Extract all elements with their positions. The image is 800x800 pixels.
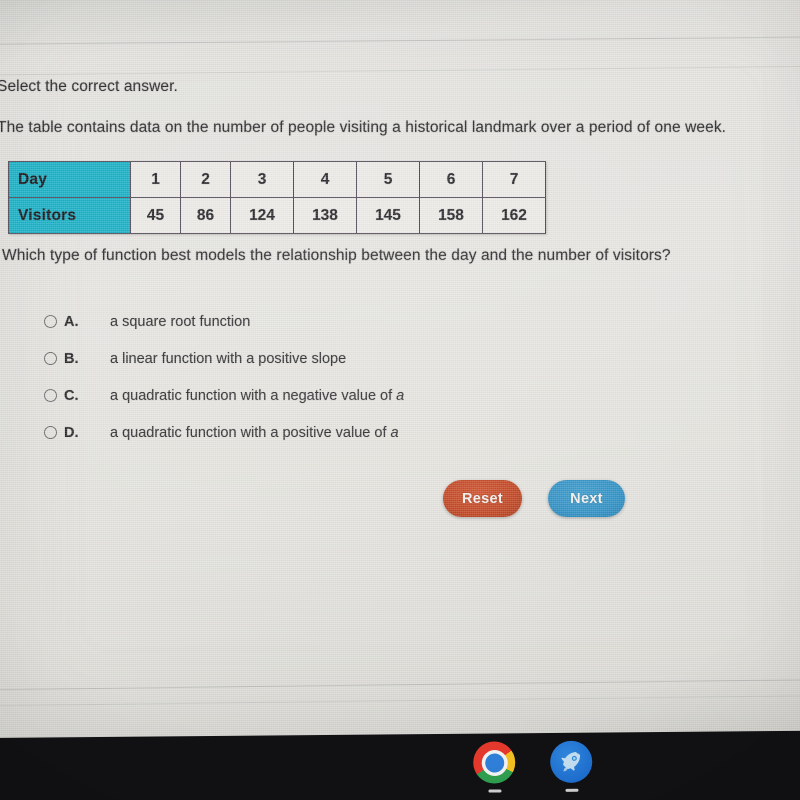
cell-visitors-3: 124 [230,197,294,234]
option-letter-a: A. [64,313,79,330]
cell-visitors-2: 86 [180,197,231,234]
cell-day-1: 1 [130,161,181,198]
option-label-c-main: a quadratic function with a negative val… [110,387,397,404]
option-label-a: a square root function [110,313,251,330]
answer-options: A. a square root function B. a linear fu… [44,303,564,451]
cell-day-3: 3 [230,161,294,198]
taskbar-shelf [0,730,800,800]
row-header-day: Day [8,161,131,198]
option-variable-c: a [396,387,405,404]
reset-button[interactable]: Reset [443,480,522,517]
rocket-icon[interactable] [550,740,593,784]
option-c[interactable]: C. a quadratic function with a negative … [44,377,564,414]
shelf-app-launcher[interactable] [549,740,593,792]
cell-day-4: 4 [293,161,357,198]
option-label-b: a linear function with a positive slope [110,350,347,367]
option-label-d-main: a quadratic function with a positive val… [110,424,391,441]
table-row-visitors: Visitors 45 86 124 138 145 158 162 [8,197,546,234]
shelf-app-chrome[interactable] [472,741,516,793]
option-letter-b: B. [64,350,79,367]
quiz-content: Select the correct answer. The table con… [0,0,800,750]
row-header-visitors: Visitors [8,197,131,234]
next-button[interactable]: Next [548,480,625,517]
taskbar-inner [0,731,800,800]
app-running-indicator [564,788,578,792]
cell-visitors-7: 162 [482,197,546,234]
table-row-day: Day 1 2 3 4 5 6 7 [8,161,546,198]
option-letter-c: C. [64,387,79,404]
option-label-d: a quadratic function with a positive val… [110,425,399,441]
cell-day-5: 5 [356,161,420,198]
option-label-c: a quadratic function with a negative val… [110,388,404,404]
app-running-indicator [487,789,501,793]
radio-button-a[interactable] [44,315,57,328]
option-variable-d: a [390,424,399,441]
photographed-screen: Select the correct answer. The table con… [0,0,800,800]
option-d[interactable]: D. a quadratic function with a positive … [44,414,564,451]
chrome-icon[interactable] [473,741,516,784]
cell-day-6: 6 [419,161,483,198]
radio-button-c[interactable] [44,389,57,402]
option-a[interactable]: A. a square root function [44,303,564,340]
question-text: Which type of function best models the r… [2,247,671,264]
cell-day-2: 2 [180,161,231,198]
option-b[interactable]: B. a linear function with a positive slo… [44,340,564,377]
cell-visitors-5: 145 [356,197,420,234]
intro-text: The table contains data on the number of… [0,119,727,136]
cell-day-7: 7 [482,161,546,198]
instruction-text: Select the correct answer. [0,78,178,95]
cell-visitors-4: 138 [293,197,357,234]
cell-visitors-6: 158 [419,197,483,234]
option-letter-d: D. [64,424,79,441]
cell-visitors-1: 45 [130,197,181,234]
radio-button-b[interactable] [44,352,57,365]
visitors-table: Day 1 2 3 4 5 6 7 Visitors 45 86 124 138… [8,161,546,234]
radio-button-d[interactable] [44,426,57,439]
